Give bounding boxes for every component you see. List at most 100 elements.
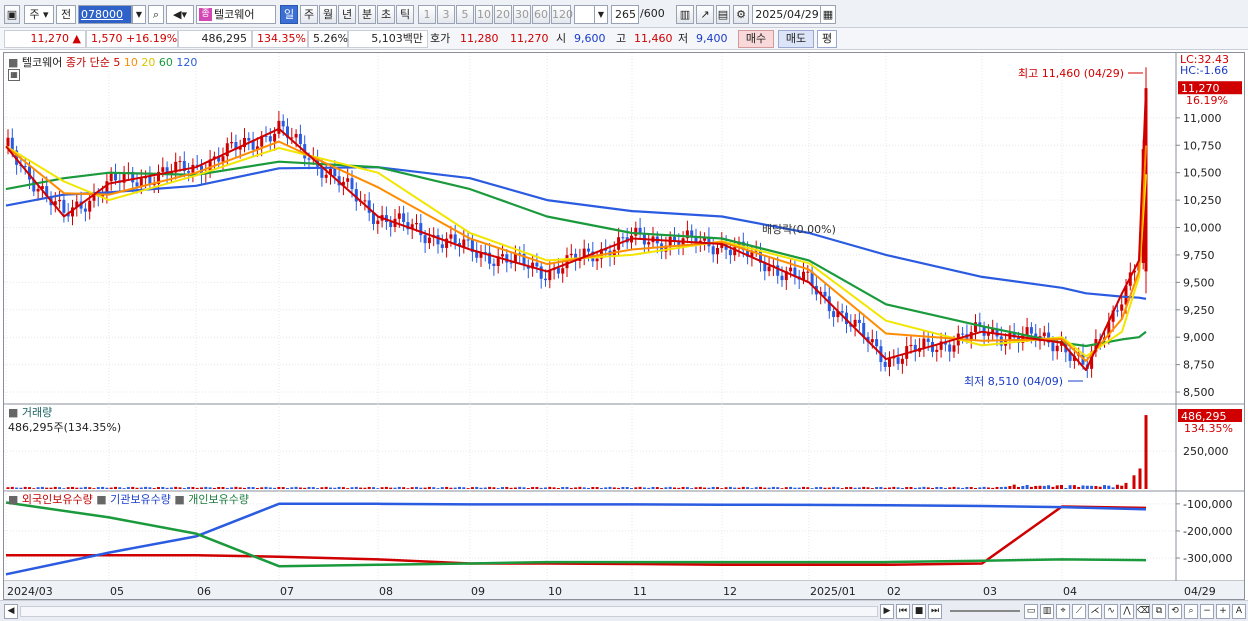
- pattern-icon[interactable]: ⋀: [1120, 604, 1134, 619]
- zoom-in-icon[interactable]: +: [1216, 604, 1230, 619]
- minute-option-3[interactable]: 3: [437, 5, 455, 24]
- jump-start-icon[interactable]: ⏮: [896, 604, 910, 619]
- tab-second[interactable]: 초: [377, 5, 395, 24]
- volume-bar: [234, 486, 238, 489]
- toolbar: ▣ 주 ▾ 전 078000 ▼ ⌕ ◀▾ 종 텔코웨어 일 주 월 년 분 초 …: [0, 0, 1248, 28]
- candle-body: [789, 267, 793, 272]
- minute-option-60[interactable]: 60: [532, 5, 550, 24]
- volume-bar: [79, 487, 83, 489]
- volume-bar: [225, 487, 229, 489]
- font-size-icon[interactable]: A: [1232, 604, 1246, 619]
- scroll-right-icon[interactable]: ▶: [880, 604, 894, 619]
- ma-120: 120: [176, 56, 198, 69]
- minute-option-1[interactable]: 1: [418, 5, 436, 24]
- candle-type-icon[interactable]: ▥: [676, 5, 694, 24]
- search-icon[interactable]: ⌕: [148, 5, 164, 24]
- volume-bar: [1120, 485, 1124, 489]
- cursor-icon[interactable]: ⌖: [1056, 604, 1070, 619]
- minute-option-30[interactable]: 30: [513, 5, 531, 24]
- eval-button[interactable]: 평: [817, 30, 837, 48]
- volume-bar: [492, 487, 496, 489]
- volume-bar: [539, 487, 543, 489]
- eraser-icon[interactable]: ⌫: [1136, 604, 1150, 619]
- candle-body: [647, 242, 651, 245]
- ma-20: 20: [141, 56, 156, 69]
- stock-code-input[interactable]: 078000: [78, 5, 132, 24]
- minute-option-5[interactable]: 5: [456, 5, 474, 24]
- draw-line-icon[interactable]: ↗: [696, 5, 714, 24]
- scroll-left-icon[interactable]: ◀: [4, 604, 18, 619]
- volume-bar: [251, 487, 255, 489]
- candle-body: [324, 174, 328, 178]
- sell-button[interactable]: 매도: [778, 30, 814, 48]
- zoom-out-icon[interactable]: −: [1200, 604, 1214, 619]
- ma-5: 5: [113, 56, 121, 69]
- window-menu-icon[interactable]: ▣: [4, 5, 20, 24]
- gear-icon[interactable]: ⚙: [733, 5, 749, 24]
- candle-body: [376, 220, 380, 224]
- interval-dropdown-icon[interactable]: ▼: [594, 5, 608, 24]
- tab-tick[interactable]: 틱: [396, 5, 414, 24]
- code-dropdown-icon[interactable]: ▼: [132, 5, 146, 24]
- minute-option-10[interactable]: 10: [475, 5, 493, 24]
- ma-label: 종가 단순: [65, 56, 110, 69]
- zoom-slider[interactable]: [950, 610, 1020, 612]
- tab-daily[interactable]: 일: [280, 5, 298, 24]
- tab-monthly[interactable]: 월: [319, 5, 337, 24]
- candle-body: [909, 344, 913, 347]
- zoom-search-icon[interactable]: ⌕: [1184, 604, 1198, 619]
- trendline-icon[interactable]: ⟋: [1072, 604, 1086, 619]
- tab-minute[interactable]: 분: [358, 5, 376, 24]
- y-tick-label: 9,250: [1183, 304, 1215, 317]
- volume-bar: [1029, 486, 1033, 489]
- volume-bar: [221, 487, 225, 489]
- ma-120-line: [5, 166, 1147, 300]
- volume-bar: [277, 486, 281, 489]
- volume-bar: [599, 487, 603, 489]
- speaker-icon[interactable]: ◀▾: [166, 5, 194, 24]
- x-tick-label: 2025/01: [810, 585, 856, 598]
- volume-bar: [101, 486, 105, 489]
- chart-canvas[interactable]: 2024/03 05 06 07 08 09 10 11 12 2025/01 02 03 04 04/2…: [4, 53, 1244, 599]
- fan-icon[interactable]: ⋌: [1088, 604, 1102, 619]
- candle-body: [62, 199, 66, 213]
- market-select[interactable]: 주 ▾: [24, 5, 54, 24]
- volume-bar: [526, 488, 530, 489]
- wave-icon[interactable]: ∿: [1104, 604, 1118, 619]
- tab-weekly[interactable]: 주: [300, 5, 318, 24]
- volume-bar: [462, 487, 466, 489]
- volume-bar: [703, 487, 707, 489]
- date-input[interactable]: 2025/04/29: [752, 5, 822, 24]
- bar-count-input[interactable]: 265: [611, 5, 639, 24]
- volume-bar: [423, 487, 427, 489]
- volume-bar: [737, 487, 741, 489]
- tab-yearly[interactable]: 년: [338, 5, 356, 24]
- chart-area[interactable]: 2024/03 05 06 07 08 09 10 11 12 2025/01 02 03 04 04/2…: [3, 52, 1245, 600]
- volume-bar: [819, 486, 823, 489]
- period-mode-button[interactable]: 전: [56, 5, 76, 24]
- split-icon[interactable]: ▥: [1040, 604, 1054, 619]
- volume-bar: [32, 488, 36, 489]
- zoom-reset-icon[interactable]: ⟲: [1168, 604, 1182, 619]
- volume-bar: [1017, 486, 1020, 489]
- jump-end-icon[interactable]: ⏭: [928, 604, 942, 619]
- x-tick-label: 11: [633, 585, 647, 598]
- stop-icon[interactable]: ■: [912, 604, 926, 619]
- bar-count-total: /600: [640, 7, 665, 20]
- calendar-icon[interactable]: ▦: [820, 5, 836, 24]
- minute-option-20[interactable]: 20: [494, 5, 512, 24]
- volume-bar: [948, 487, 952, 489]
- volume-bar: [728, 486, 732, 489]
- copy-icon[interactable]: ⧉: [1152, 604, 1166, 619]
- grid-toggle-icon[interactable]: ▦: [8, 69, 20, 81]
- volume-bar: [1051, 486, 1055, 489]
- volume-bar: [6, 487, 10, 489]
- ask-price: 11,280: [460, 32, 499, 45]
- minute-option-120[interactable]: 120: [551, 5, 573, 24]
- horizontal-scrollbar[interactable]: [20, 606, 878, 617]
- layout-icon[interactable]: ▭: [1024, 604, 1038, 619]
- volume-bar: [204, 486, 208, 489]
- buy-button[interactable]: 매수: [738, 30, 774, 48]
- stock-name-field[interactable]: 종 텔코웨어: [196, 5, 276, 24]
- save-icon[interactable]: ▤: [716, 5, 730, 24]
